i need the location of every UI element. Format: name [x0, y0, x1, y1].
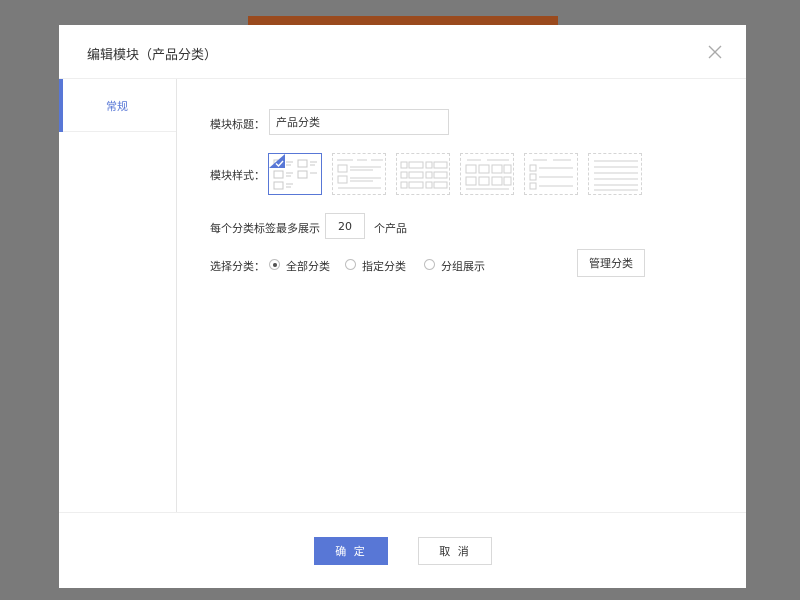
- radio-specified-categories[interactable]: [345, 259, 356, 270]
- radio-all-categories-label[interactable]: 全部分类: [286, 258, 330, 274]
- sidebar: 常规: [59, 79, 177, 512]
- per-tag-suffix: 个产品: [374, 222, 407, 235]
- style-option-2[interactable]: [332, 153, 386, 195]
- style-option-3[interactable]: [396, 153, 450, 195]
- radio-group-display[interactable]: [424, 259, 435, 270]
- radio-group-display-label[interactable]: 分组展示: [441, 258, 485, 274]
- sidebar-tab-label: 常规: [106, 100, 128, 113]
- module-title-input[interactable]: [269, 109, 449, 135]
- dialog-title: 编辑模块（产品分类）: [87, 48, 218, 63]
- style-option-1[interactable]: [268, 153, 322, 195]
- module-title-label: 模块标题：: [210, 118, 265, 131]
- confirm-button[interactable]: 确 定: [314, 537, 388, 565]
- close-icon[interactable]: [706, 43, 724, 61]
- style-option-5[interactable]: [524, 153, 578, 195]
- cancel-button[interactable]: 取 消: [418, 537, 492, 565]
- selected-check-icon: [269, 154, 285, 168]
- sidebar-tab-general[interactable]: 常规: [59, 79, 176, 132]
- dialog-header: 编辑模块（产品分类）: [59, 25, 746, 79]
- module-style-label: 模块样式：: [210, 169, 265, 182]
- manage-categories-button[interactable]: 管理分类: [577, 249, 645, 277]
- select-category-label: 选择分类：: [210, 260, 265, 273]
- style-option-6[interactable]: [588, 153, 642, 195]
- dialog-footer: 确 定 取 消: [59, 512, 746, 588]
- radio-specified-categories-label[interactable]: 指定分类: [362, 258, 406, 274]
- per-tag-label: 每个分类标签最多展示: [210, 222, 320, 235]
- edit-module-dialog: 编辑模块（产品分类） 常规 模块标题： 模块样式：: [59, 25, 746, 588]
- radio-all-categories[interactable]: [269, 259, 280, 270]
- style-option-4[interactable]: [460, 153, 514, 195]
- active-tab-indicator: [59, 79, 63, 132]
- per-tag-count-input[interactable]: [325, 213, 365, 239]
